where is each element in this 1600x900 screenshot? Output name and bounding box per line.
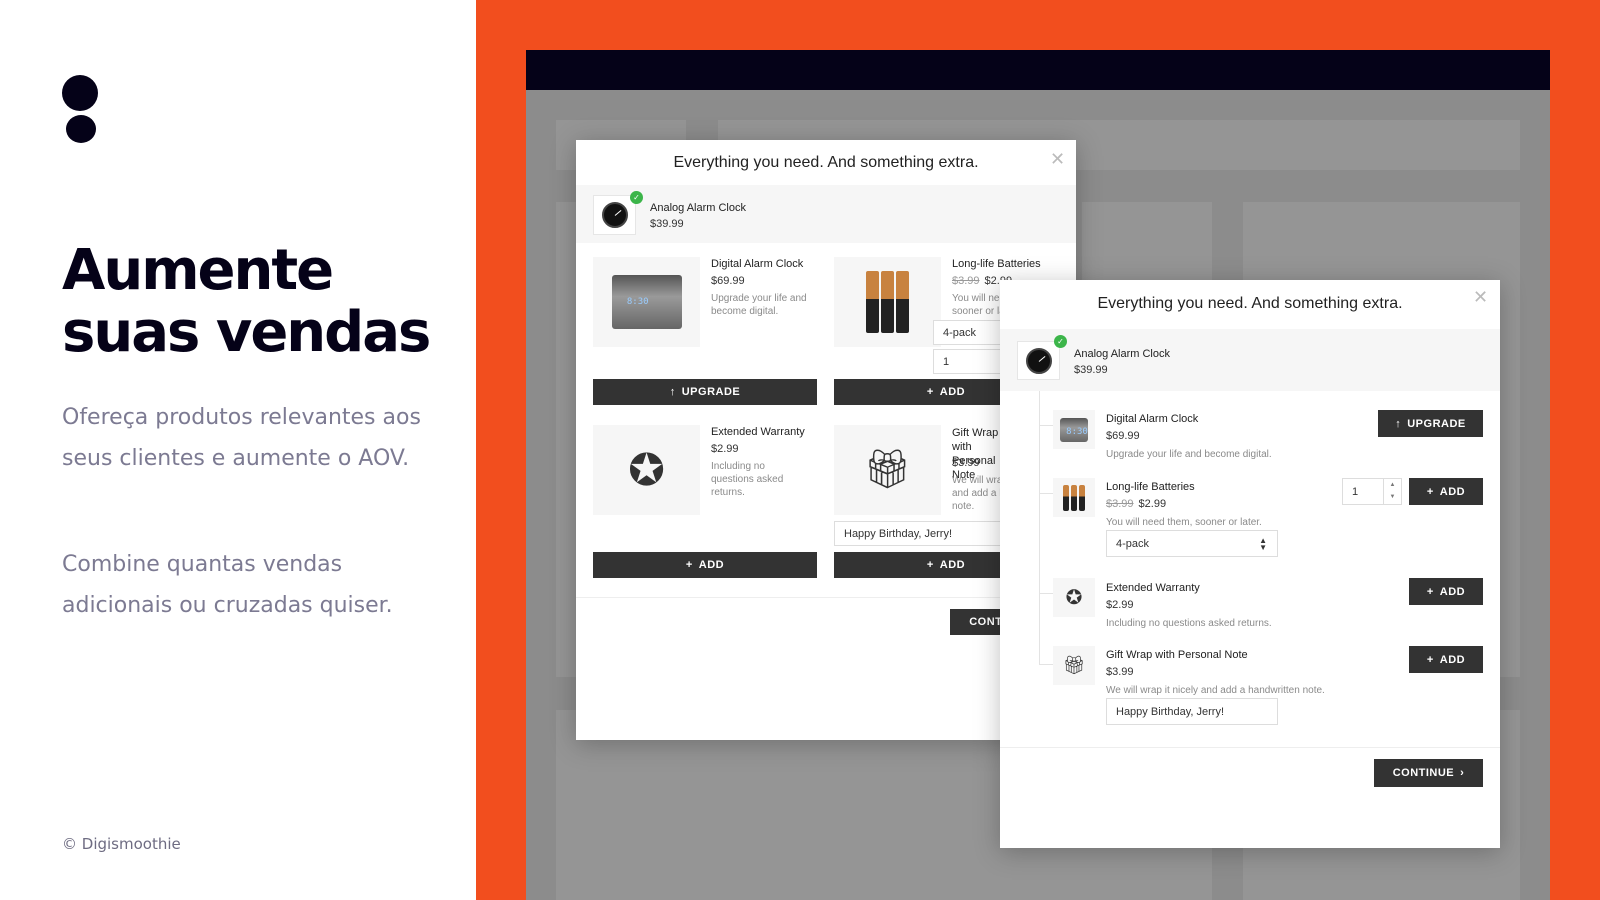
product-name: Long-life Batteries <box>1106 481 1195 493</box>
product-name: Gift Wrap with Personal Note <box>1106 649 1248 661</box>
product-price: $3.99 $2.99 <box>1106 498 1167 510</box>
close-icon[interactable]: ✕ <box>1050 150 1065 168</box>
product-image <box>1053 478 1095 517</box>
plus-icon: + <box>1426 585 1434 598</box>
copyright: © Digismoothie <box>62 835 181 853</box>
batteries-image <box>1063 484 1085 511</box>
cart-item: ✓ Analog Alarm Clock $39.99 <box>1000 329 1500 391</box>
plus-icon: + <box>926 559 934 571</box>
arrow-up-icon: ↑ <box>1395 417 1402 430</box>
paragraph-2: Combine quantas vendas adicionais ou cru… <box>62 552 393 618</box>
cart-item: ✓ Analog Alarm Clock $39.99 <box>576 185 1076 243</box>
product-image <box>1053 410 1095 449</box>
plus-icon: + <box>1426 653 1434 666</box>
tree-branch <box>1039 664 1053 665</box>
upgrade-button[interactable]: ↑ UPGRADE <box>1378 410 1483 437</box>
product-name: Long-life Batteries <box>952 258 1041 270</box>
plus-icon: + <box>926 386 934 398</box>
product-name: Extended Warranty <box>1106 582 1200 594</box>
tree-branch <box>1039 493 1053 494</box>
add-button[interactable]: + ADD <box>1409 478 1483 505</box>
product-image <box>593 195 636 235</box>
promo-panel: Aumente suas vendas Ofereça produtos rel… <box>0 0 476 900</box>
product-price: $2.99 <box>1106 599 1134 611</box>
chevron-right-icon: › <box>1460 767 1465 779</box>
gift-icon: 🎁︎ <box>834 425 941 515</box>
plus-icon: + <box>1426 485 1434 498</box>
cart-item-price: $39.99 <box>1074 364 1108 376</box>
tree-branch <box>1039 593 1053 594</box>
product-price: $3.99 <box>1106 666 1134 678</box>
cart-item-price: $39.99 <box>650 218 684 230</box>
arrow-up-icon: ↑ <box>669 386 676 398</box>
product-description: Upgrade your life and become digital. <box>1106 449 1272 460</box>
product-description: We will wrap it nicely and add a handwri… <box>1106 685 1325 696</box>
browser-top-bar <box>526 50 1550 90</box>
cart-item-name: Analog Alarm Clock <box>1074 348 1170 360</box>
product-description: Including no questions asked returns. <box>711 461 784 498</box>
close-icon[interactable]: ✕ <box>1473 288 1488 306</box>
stepper-arrows-icon[interactable]: ▲ ▼ <box>1383 479 1401 504</box>
product-name: Digital Alarm Clock <box>1106 413 1199 425</box>
check-icon: ✓ <box>630 191 643 204</box>
product-image <box>834 257 941 347</box>
footer-divider <box>1000 747 1500 748</box>
product-description: You will need them, sooner or later. <box>1106 517 1262 528</box>
plus-icon: + <box>685 559 693 571</box>
continue-button[interactable]: CONTINUE› <box>1374 759 1483 787</box>
note-input[interactable]: Happy Birthday, Jerry! <box>1106 698 1278 725</box>
add-button[interactable]: + ADD <box>593 552 817 578</box>
logo-dot-bottom <box>66 115 96 143</box>
paragraph-1: Ofereça produtos relevantes aos seus cli… <box>62 405 421 471</box>
gift-icon: 🎁︎ <box>1053 646 1095 685</box>
product-price: $2.99 <box>711 443 739 455</box>
add-button[interactable]: + ADD <box>1409 646 1483 673</box>
upsell-modal-list: Everything you need. And something extra… <box>1000 280 1500 848</box>
check-icon: ✓ <box>1054 335 1067 348</box>
add-button[interactable]: + ADD <box>1409 578 1483 605</box>
product-price: $3.99 <box>952 457 980 469</box>
quantity-stepper[interactable]: 1 ▲ ▼ <box>1342 478 1402 505</box>
logo-dot-top <box>62 75 98 111</box>
product-image <box>593 257 700 347</box>
digital-clock-image <box>611 275 682 329</box>
alarm-clock-image <box>601 202 628 228</box>
tree-line <box>1039 391 1040 665</box>
product-description: Upgrade your life and become digital. <box>711 293 807 317</box>
upgrade-button[interactable]: ↑ UPGRADE <box>593 379 817 405</box>
product-name: Digital Alarm Clock <box>711 258 804 270</box>
modal-title: Everything you need. And something extra… <box>1097 295 1403 312</box>
product-image <box>1017 341 1060 380</box>
product-price: $69.99 <box>711 275 745 287</box>
modal-title: Everything you need. And something extra… <box>673 154 979 171</box>
cart-item-name: Analog Alarm Clock <box>650 202 746 214</box>
badge-check-icon: ✪ <box>593 425 700 515</box>
product-price: $69.99 <box>1106 430 1140 442</box>
headline: Aumente suas vendas <box>62 238 431 365</box>
tree-branch <box>1039 425 1053 426</box>
badge-check-icon: ✪ <box>1053 578 1095 617</box>
digital-clock-image <box>1060 417 1088 442</box>
product-description: Including no questions asked returns. <box>1106 618 1272 629</box>
select-arrows-icon: ▲ ▼ <box>1259 535 1267 552</box>
batteries-image <box>866 271 909 333</box>
variant-select[interactable]: 4-pack ▲ ▼ <box>1106 530 1278 557</box>
product-name: Extended Warranty <box>711 426 805 438</box>
alarm-clock-image <box>1025 347 1052 374</box>
